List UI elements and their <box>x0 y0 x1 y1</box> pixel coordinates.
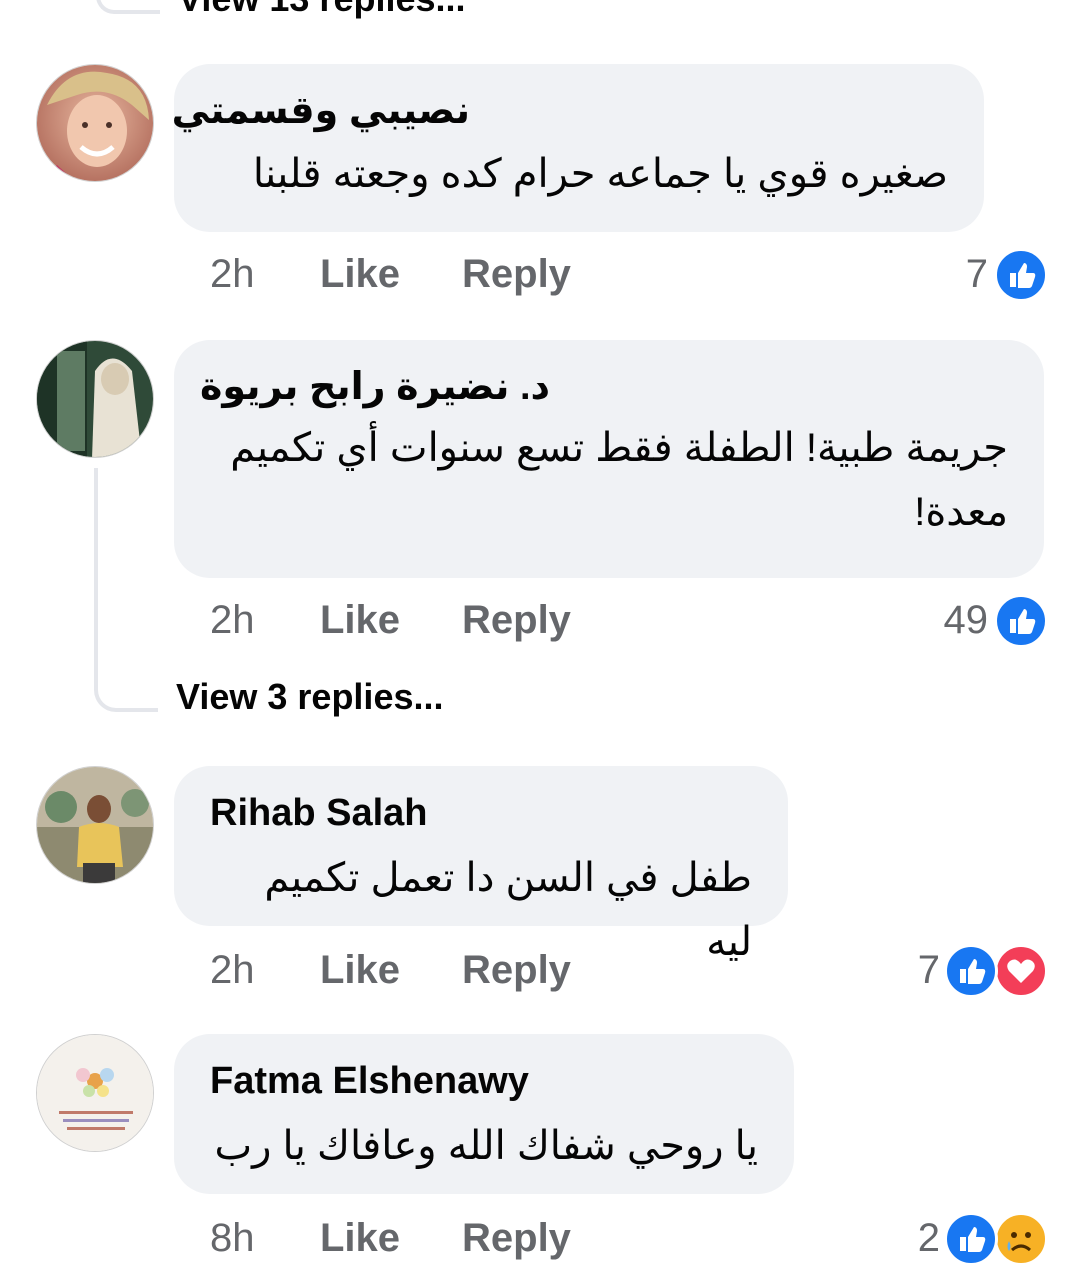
avatar-photo-icon <box>37 767 153 883</box>
comment-bubble: نصيبي وقسمتي صغيره قوي يا جماعه حرام كده… <box>172 64 984 232</box>
thread-line <box>94 468 158 712</box>
reply-button[interactable]: Reply <box>462 948 571 993</box>
avatar[interactable] <box>36 1034 154 1152</box>
comment-author[interactable]: Rihab Salah <box>210 790 752 836</box>
avatar[interactable] <box>36 340 154 458</box>
reaction-count[interactable]: 7 <box>900 252 988 297</box>
comment-bubble: Rihab Salah طفل في السن دا تعمل تكميم لي… <box>174 766 788 964</box>
comment-bubble: د. نضيرة رابح بريوة جريمة طبية! الطفلة ف… <box>174 340 1044 578</box>
comment-text: جريمة طبية! الطفلة فقط تسع سنوات أي تكمي… <box>230 426 1008 534</box>
comment-bubble: Fatma Elshenawy يا روحي شفاك الله وعافاك… <box>174 1034 794 1194</box>
like-button[interactable]: Like <box>320 252 400 297</box>
comment-time[interactable]: 8h <box>210 1216 255 1261</box>
like-icon <box>994 248 1048 302</box>
reply-button[interactable]: Reply <box>462 252 571 297</box>
comment-time[interactable]: 2h <box>210 598 255 643</box>
thread-line <box>96 0 160 14</box>
love-icon <box>994 944 1048 998</box>
comment-author[interactable]: Fatma Elshenawy <box>210 1058 758 1104</box>
like-icon <box>944 1212 998 1266</box>
like-button[interactable]: Like <box>320 1216 400 1261</box>
view-replies-link[interactable]: View 13 replies... <box>178 0 466 20</box>
sad-icon <box>994 1212 1048 1266</box>
avatar[interactable] <box>36 766 154 884</box>
comment-time[interactable]: 2h <box>210 948 255 993</box>
view-replies-link[interactable]: View 3 replies... <box>176 676 444 718</box>
comment-author[interactable]: نصيبي وقسمتي <box>172 88 470 134</box>
reaction-count[interactable]: 49 <box>900 598 989 643</box>
avatar-photo-icon <box>37 341 153 457</box>
comment-text: صغيره قوي يا جماعه حرام كده وجعته قلبنا <box>252 152 948 196</box>
comment-time[interactable]: 2h <box>210 252 255 297</box>
like-button[interactable]: Like <box>320 948 400 993</box>
reply-button[interactable]: Reply <box>462 1216 571 1261</box>
like-button[interactable]: Like <box>320 598 400 643</box>
like-icon <box>944 944 998 998</box>
reaction-count[interactable]: 2 <box>880 1216 940 1261</box>
avatar-photo-icon <box>37 1035 153 1151</box>
reply-button[interactable]: Reply <box>462 598 571 643</box>
comment-author[interactable]: د. نضيرة رابح بريوة <box>200 364 550 410</box>
reaction-count[interactable]: 7 <box>880 948 940 993</box>
like-icon <box>994 594 1048 648</box>
avatar[interactable] <box>36 64 154 182</box>
avatar-photo-icon <box>37 65 153 181</box>
comment-text: يا روحي شفاك الله وعافاك يا رب <box>214 1124 758 1168</box>
